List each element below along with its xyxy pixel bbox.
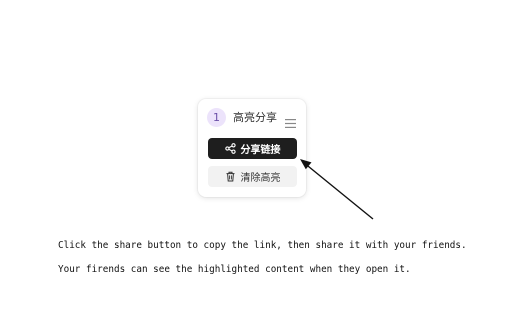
highlight-count-badge: 1 [207,108,226,127]
card-header: 1 高亮分享 [207,108,297,128]
hamburger-menu-icon[interactable] [285,113,296,128]
share-link-label: 分享链接 [240,145,281,156]
instruction-line-2: Your firends can see the highlighted con… [58,264,411,275]
share-link-button[interactable]: 分享链接 [208,138,297,159]
highlight-share-card: 1 高亮分享 分享链接 清除高亮 [198,99,306,197]
clear-highlights-label: 清除高亮 [240,173,281,184]
trash-icon [225,171,236,182]
instruction-line-1: Click the share button to copy the link,… [58,240,467,251]
clear-highlights-button[interactable]: 清除高亮 [208,166,297,187]
card-title: 高亮分享 [233,111,277,124]
share-icon [224,143,236,154]
